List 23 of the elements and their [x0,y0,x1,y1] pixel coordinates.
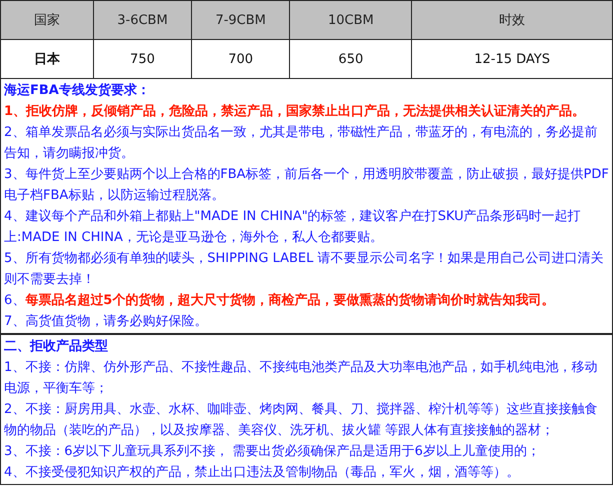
column-header: 7-9CBM [191,0,290,40]
column-header: 10CBM [290,0,412,40]
note-text: 2、箱单发票品名必须与实际出货品名一致，尤其是带电，带磁性产品，带蓝牙的，有电流的，务必提前告知，请勿瞒报冲货。 [4,124,598,163]
note-text: 4、建议每个产品和外箱上都贴上"MADE IN CHINA"的标签，建议客户在打SKU产品条形码时一起打上:MADE IN CHINA，无论是亚马逊仓，海外仓，私人仓都要贴。 [4,208,582,247]
table-cell: 日本 [0,40,94,78]
note-text: 7、高货值货物，请务必购好保险。 [4,313,208,331]
column-header: 时效 [412,0,612,40]
table-cell: 650 [290,40,412,78]
section-title: 海运FBA专线发货要求： [4,82,151,100]
table-cell: 700 [191,40,290,78]
table-cell: 750 [94,40,192,78]
column-header: 3-6CBM [94,0,192,40]
table-cell: 12-15 DAYS [412,40,612,78]
note-text: 2、不接：厨房用具、水壶、水杯、咖啡壶、烤肉网、餐具、刀、搅拌器、榨汁机等等）这些直接接触食物的物品（装吃的产品），以及按摩器、美容仪、洗牙机、拔火罐 等跟人体有直接接触的器材； [4,401,598,440]
note-text: 6、每票品名超过5个的货物，超大尺寸货物，商检产品，要做熏蒸的货物请询价时就告知我司。 [4,292,556,310]
column-header: 国家 [0,0,94,40]
note-text: 3、每件货上至少要贴两个以上合格的FBA标签，前后各一个，用透明胶带覆盖，防止破损，最好提供PDF电子档FBA标贴，以防运输过程脱落。 [4,166,609,205]
warning-text: 1、拒收仿牌，反倾销产品，危险品，禁运产品，国家禁止出口产品，无法提供相关认证清关的产品。 [4,102,586,121]
note-text: 4、不接受侵犯知识产权的产品，禁止出口违法及管制物品（毒品，军火，烟，酒等等）。 [4,464,520,482]
note-text: 3、不接：6岁以下儿童玩具系列不接， 需要出货必须确保产品是适用于6岁以上儿童使用的； [4,443,541,461]
note-text: 5、所有货物都必须有单独的唛头，SHIPPING LABEL 请不要显示公司名字！如果是用自己公司进口清关则不需要去掉！ [4,250,605,289]
note-text: 1、不接：仿牌、仿外形产品、不接性趣品、不接纯电池类产品及大功率电池产品，如手机纯电池，移动电源，平衡车等； [4,359,598,398]
section-title: 二、拒收产品类型 [4,338,109,356]
